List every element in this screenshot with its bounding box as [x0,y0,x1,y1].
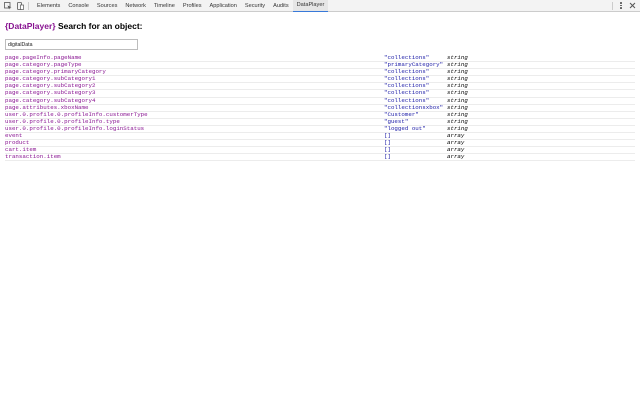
property-type: array [447,153,465,161]
device-toolbar-icon[interactable] [15,1,24,10]
property-type: array [447,139,465,147]
property-value: [] [384,132,391,140]
property-type: string [447,89,468,97]
property-type: array [447,146,465,154]
table-row: product [] array [5,139,635,148]
property-value: "logged out" [384,124,426,132]
devtools-tabs: Elements Console Sources Network Timeline Pro… [33,0,329,12]
table-row: page.category.primaryCategory "collection… [5,68,635,77]
tab-application[interactable]: Application [206,0,241,12]
property-path: user.0.profile.0.profileInfo.type [5,117,120,125]
title-text: Search for an object: [57,21,143,31]
property-value: "guest" [384,117,409,125]
property-path: page.category.pageType [5,61,82,69]
property-type: string [447,117,468,125]
table-row: event [] array [5,132,635,141]
table-row: page.category.subCategory1 "collections" s… [5,75,635,84]
property-value: "collections" [384,68,430,76]
property-type: string [447,75,468,83]
property-value: [] [384,146,391,154]
property-path: transaction.item [5,153,61,161]
property-value: "collections" [384,96,430,104]
table-row: user.0.profile.0.profileInfo.loginStatus… [5,124,635,134]
tab-profiles[interactable]: Profiles [179,0,206,12]
tab-audits[interactable]: Audits [269,0,293,12]
tab-security[interactable]: Security [241,0,269,12]
property-type: string [447,96,468,104]
tab-dataplayer[interactable]: DataPlayer [292,0,329,12]
brand-name: {DataPlayer} [5,21,56,31]
property-path: cart.item [5,146,37,154]
property-path: event [5,132,23,140]
property-value: [] [384,153,391,161]
property-path: page.category.primaryCategory [5,68,106,76]
property-path: page.pageInfo.pageName [5,54,82,61]
property-path: user.0.profile.0.profileInfo.loginStatus [5,124,145,132]
property-type: array [447,132,465,140]
toolbar-divider [28,1,29,10]
property-path: page.category.subCategory3 [5,89,96,97]
results-table: page.pageInfo.pageName "collections" strin… [5,54,635,162]
property-value: "collections" [384,75,430,83]
table-row: cart.item [] array [5,146,635,155]
toolbar-divider [612,1,613,10]
more-options-icon[interactable] [617,1,625,10]
property-type: string [447,54,468,61]
tab-network[interactable]: Network [121,0,150,12]
property-type: string [447,82,468,90]
property-type: string [447,124,468,132]
property-type: string [447,110,468,118]
tab-console[interactable]: Console [64,0,93,12]
property-value: "collections" [384,89,430,97]
property-path: product [5,139,30,147]
table-row: transaction.item [] array [5,153,635,162]
table-row: page.category.subCategory2 "collections" s… [5,82,635,91]
property-path: user.0.profile.0.profileInfo.customerTyp… [5,110,148,118]
table-row: page.category.subCategory3 "collections" s… [5,89,635,98]
property-type: string [447,68,468,76]
property-value: "Customer" [384,110,419,118]
property-type: string [447,103,468,111]
page-title: {DataPlayer} Search for an object: [5,20,635,32]
property-path: page.category.subCategory1 [5,75,96,83]
tab-elements[interactable]: Elements [33,0,64,12]
property-path: page.category.subCategory2 [5,82,96,90]
table-row: page.pageInfo.pageName "collections" strin… [5,54,635,63]
property-value: "collections" [384,54,430,61]
tab-timeline[interactable]: Timeline [150,0,179,12]
property-value: "collections" [384,82,430,90]
property-value: [] [384,139,391,147]
tab-sources[interactable]: Sources [93,0,122,12]
inspect-element-icon[interactable] [3,1,12,10]
property-value: "primaryCategory" [384,61,444,69]
dataplayer-panel: {DataPlayer} Search for an object: page.… [5,20,635,162]
property-value: "collectionsxbox" [384,103,444,111]
search-input[interactable] [5,39,138,50]
close-icon[interactable] [628,1,636,10]
toolbar-right [608,1,640,10]
property-path: page.attributes.xboxName [5,103,89,111]
devtools-toolbar: Elements Console Sources Network Timeline Pro… [0,0,640,12]
property-path: page.category.subCategory4 [5,96,96,104]
property-type: string [447,61,468,69]
table-row: page.category.subCategory4 "collections" s… [5,96,635,105]
